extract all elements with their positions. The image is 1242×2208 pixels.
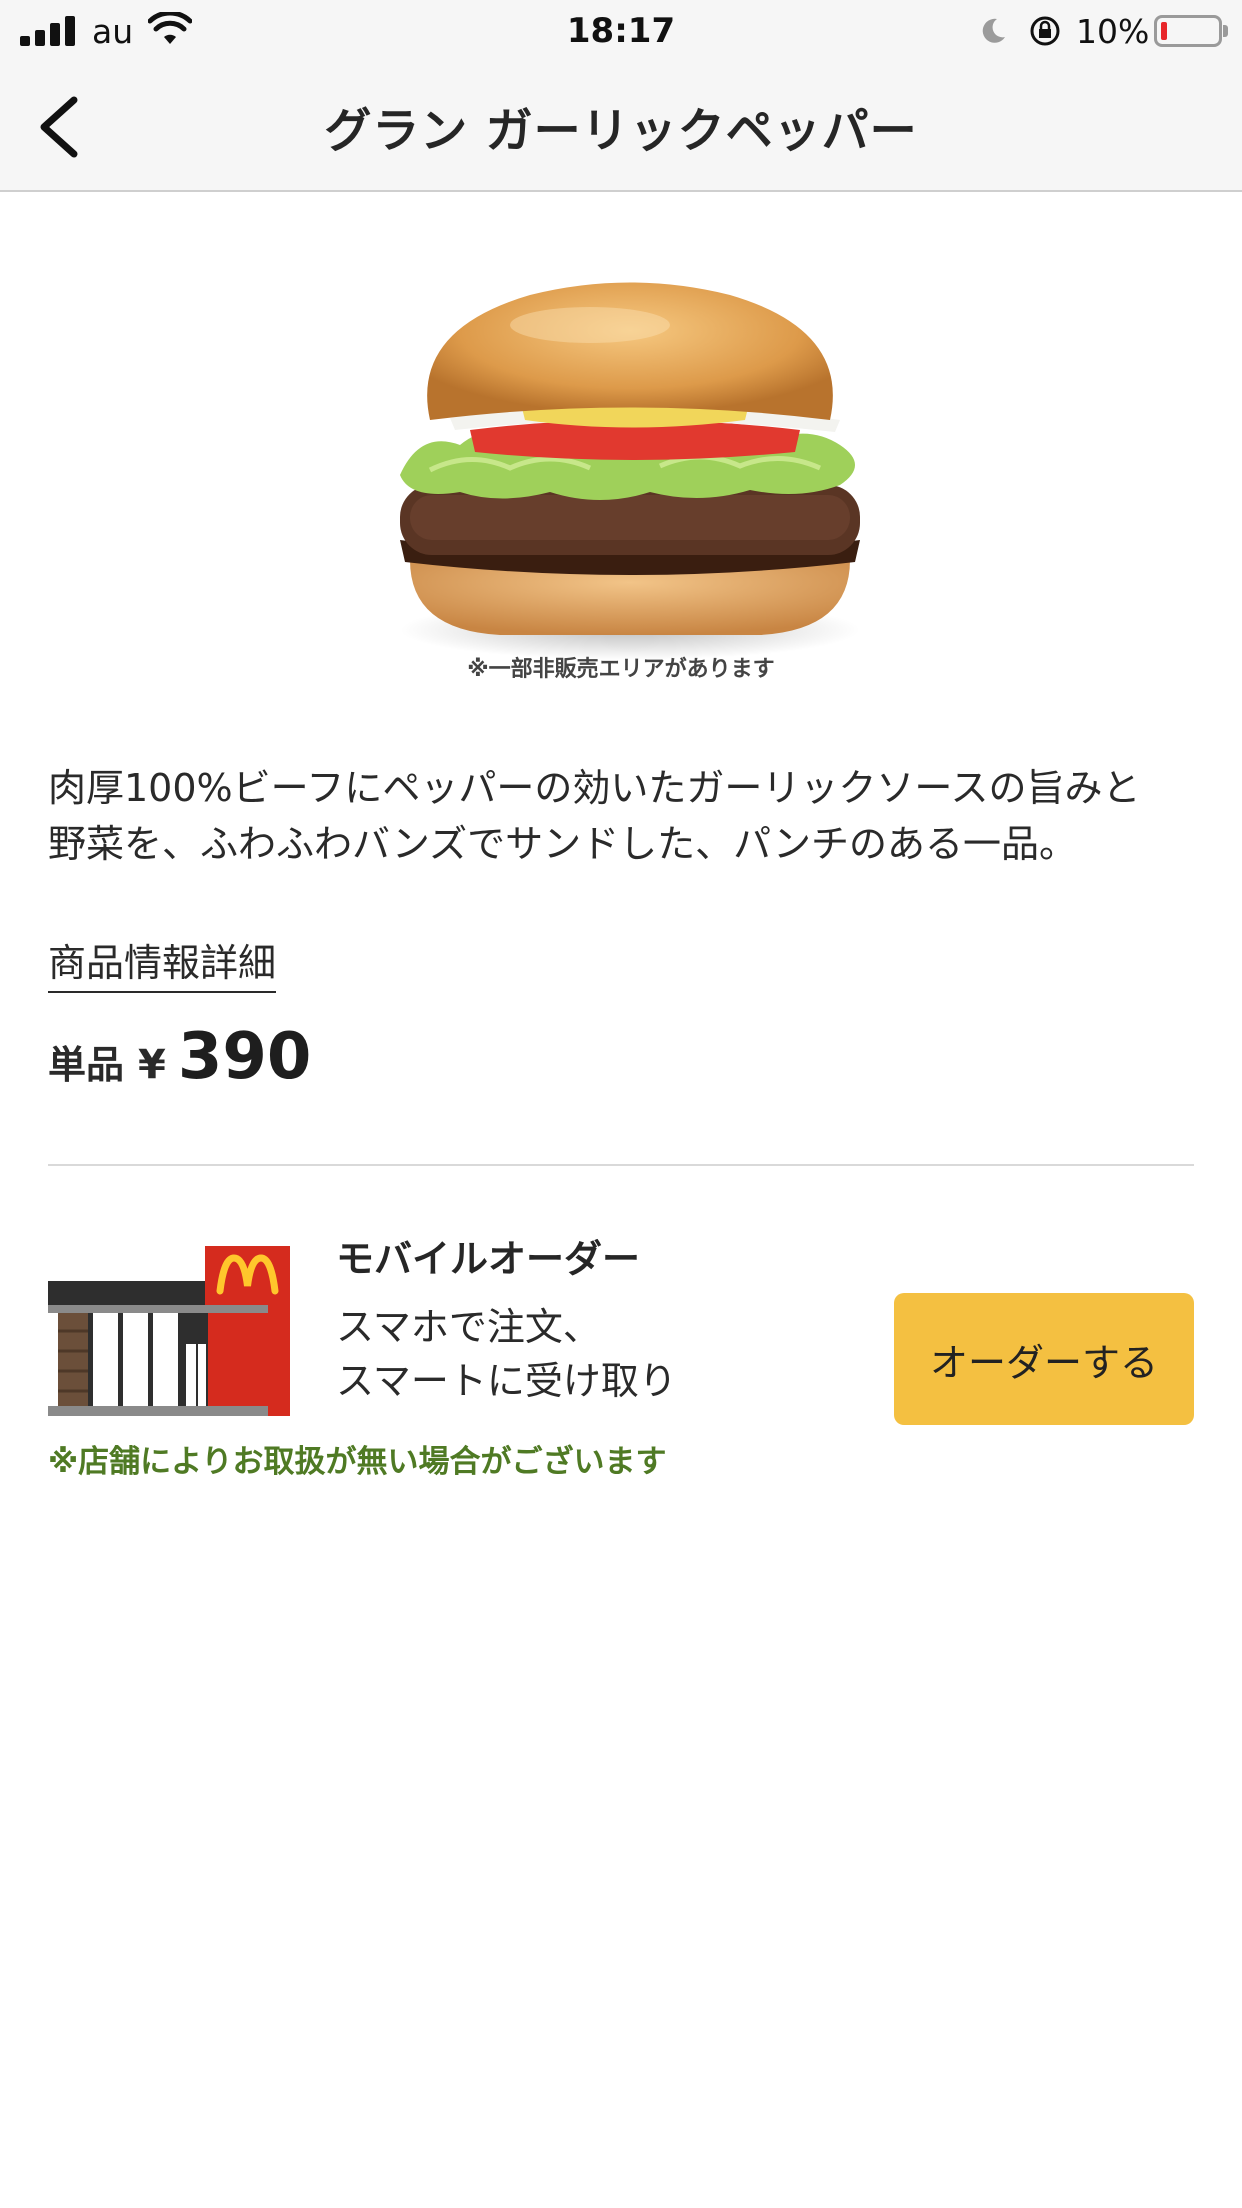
battery-percent: 10% bbox=[1076, 12, 1150, 51]
moon-icon bbox=[982, 18, 1005, 43]
price-label: 単品 bbox=[48, 1043, 125, 1087]
divider bbox=[48, 1164, 1194, 1166]
nav-bar: グラン ガーリックペッパー bbox=[0, 62, 1242, 192]
description-line-1: 肉厚100%ビーフにペッパーの効いたガーリックソースの旨みと bbox=[48, 766, 1141, 810]
order-button[interactable]: オーダーする bbox=[894, 1293, 1194, 1425]
price-row: 単品 ¥ 390 bbox=[48, 1020, 311, 1094]
battery-fill bbox=[1161, 22, 1167, 40]
page-title: グラン ガーリックペッパー bbox=[324, 104, 918, 159]
rotation-lock-icon bbox=[1030, 16, 1060, 46]
product-detail-link[interactable]: 商品情報詳細 bbox=[48, 932, 277, 993]
store-icon bbox=[48, 1246, 290, 1416]
battery-nub bbox=[1223, 25, 1228, 37]
price-currency: ¥ bbox=[138, 1042, 166, 1088]
mobile-order-note: ※店舗によりお取扱が無い場合がございます bbox=[48, 1444, 667, 1480]
burger-image bbox=[400, 282, 860, 660]
product-description: 肉厚100%ビーフにペッパーの効いたガーリックソースの旨みと 野菜を、ふわふわバ… bbox=[48, 760, 1208, 872]
mobile-order-desc-line-2: スマートに受け取り bbox=[336, 1359, 677, 1403]
price-value: 390 bbox=[177, 1020, 312, 1094]
image-note: ※一部非販売エリアがあります bbox=[467, 657, 775, 682]
mobile-order-title: モバイルオーダー bbox=[336, 1237, 641, 1281]
battery-icon bbox=[1154, 15, 1222, 47]
status-bar: au 18:17 10% bbox=[0, 0, 1242, 62]
mobile-order-description: スマホで注文、 スマートに受け取り bbox=[336, 1300, 677, 1408]
description-line-2: 野菜を、ふわふわバンズでサンドした、パンチのある一品。 bbox=[48, 822, 1078, 866]
mobile-order-desc-line-1: スマホで注文、 bbox=[336, 1305, 601, 1349]
